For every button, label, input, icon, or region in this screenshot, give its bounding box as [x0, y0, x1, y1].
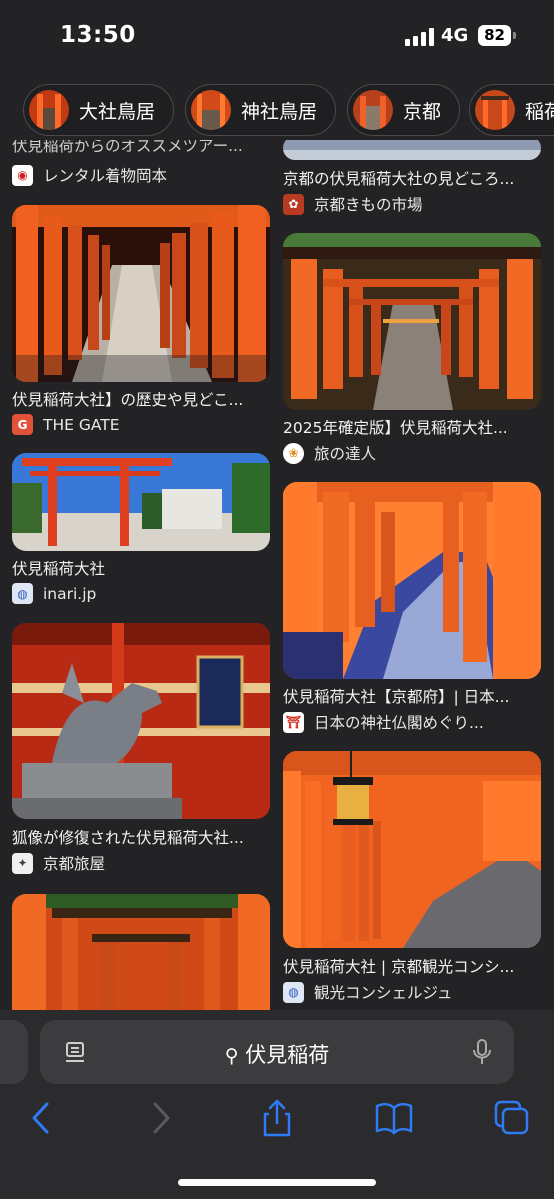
status-bar: 13:50 4G 82	[0, 0, 554, 72]
result-caption[interactable]: 2025年確定版】伏見稲荷大社...	[283, 416, 541, 438]
result-image[interactable]	[283, 233, 541, 410]
search-query-text: 伏見稲荷	[245, 1043, 330, 1067]
chip-kyoto[interactable]: 京都	[347, 84, 461, 136]
home-indicator[interactable]	[178, 1179, 376, 1186]
result-caption[interactable]: 狐像が修復された伏見稲荷大社...	[12, 826, 268, 848]
chip-thumbnail	[191, 90, 231, 130]
source-label: THE GATE	[43, 415, 120, 434]
source-label: レンタル着物岡本	[43, 167, 168, 185]
site-favicon-icon: ✿	[283, 193, 304, 215]
tabs-icon[interactable]	[492, 1098, 532, 1138]
image-results-grid: 伏見稲荷からのオススメツアー... ◉ レンタル着物岡本 伏見稲荷大社】の歴史や…	[0, 140, 554, 1010]
bookmarks-icon[interactable]	[374, 1098, 414, 1138]
chip-label: 京都	[403, 100, 442, 123]
torii-icon: ⛩	[283, 711, 304, 733]
globe-icon: ◍	[283, 981, 304, 1003]
result-caption[interactable]: 京都の伏見稲荷大社の見どころ...	[283, 167, 541, 189]
site-favicon-icon: ◉	[12, 164, 33, 186]
result-image[interactable]	[283, 140, 541, 160]
back-icon[interactable]	[22, 1098, 62, 1138]
result-image[interactable]	[12, 894, 270, 1010]
chip-thumbnail	[353, 90, 393, 130]
chip-inari[interactable]: 稲荷	[469, 84, 554, 136]
result-caption[interactable]: 伏見稲荷大社 | 京都観光コンシ...	[283, 955, 541, 977]
globe-icon: ◍	[12, 583, 33, 604]
source-label: 京都旅屋	[43, 855, 106, 873]
result-image[interactable]	[12, 205, 270, 382]
source-label: inari.jp	[43, 584, 97, 603]
result-image[interactable]	[12, 453, 270, 551]
source-label: 観光コンシェルジュ	[314, 984, 453, 1002]
cellular-signal-icon	[405, 28, 435, 46]
result-image[interactable]	[283, 751, 541, 948]
result-source[interactable]: ◍ inari.jp	[12, 583, 96, 604]
site-favicon-icon: ❀	[283, 442, 304, 464]
microphone-icon[interactable]	[472, 1038, 492, 1066]
chip-thumbnail	[29, 90, 69, 130]
site-favicon-icon: G	[12, 414, 33, 435]
chip-thumbnail	[475, 90, 515, 130]
result-caption[interactable]: 伏見稲荷からのオススメツアー...	[12, 140, 268, 156]
network-type: 4G	[441, 25, 469, 46]
result-source[interactable]: ⛩ 日本の神社仏閣めぐり...	[283, 711, 484, 733]
battery-tip	[513, 32, 516, 39]
source-label: 日本の神社仏閣めぐり...	[314, 714, 484, 732]
search-query: ⚲ 伏見稲荷	[40, 1039, 514, 1069]
result-source[interactable]: G THE GATE	[12, 414, 120, 435]
chip-taisha-torii[interactable]: 大社鳥居	[23, 84, 175, 136]
chip-label: 大社鳥居	[79, 100, 156, 123]
previous-tab-preview[interactable]	[0, 1020, 28, 1084]
result-caption[interactable]: 伏見稲荷大社	[12, 557, 268, 579]
result-source[interactable]: ✿ 京都きもの市場	[283, 193, 423, 215]
result-image[interactable]	[283, 482, 541, 679]
source-label: 京都きもの市場	[314, 196, 423, 214]
chip-jinja-torii[interactable]: 神社鳥居	[185, 84, 337, 136]
result-source[interactable]: ❀ 旅の達人	[283, 442, 376, 464]
address-bar[interactable]: ⚲ 伏見稲荷	[40, 1020, 514, 1084]
search-icon: ⚲	[224, 1045, 239, 1067]
result-image[interactable]	[12, 623, 270, 819]
share-icon[interactable]	[257, 1098, 297, 1138]
result-source[interactable]: ◉ レンタル着物岡本	[12, 164, 167, 186]
related-search-chips: 大社鳥居 神社鳥居 京都 稲荷	[0, 84, 554, 138]
battery-icon: 82	[478, 25, 511, 46]
forward-icon[interactable]	[140, 1098, 180, 1138]
site-favicon-icon: ✦	[12, 852, 33, 874]
result-source[interactable]: ◍ 観光コンシェルジュ	[283, 981, 452, 1003]
chip-label: 神社鳥居	[241, 100, 318, 123]
source-label: 旅の達人	[314, 445, 377, 463]
result-caption[interactable]: 伏見稲荷大社】の歴史や見どこ...	[12, 388, 268, 410]
result-caption[interactable]: 伏見稲荷大社【京都府】| 日本...	[283, 685, 541, 707]
clock: 13:50	[60, 22, 136, 48]
chip-label: 稲荷	[525, 100, 554, 123]
result-source[interactable]: ✦ 京都旅屋	[12, 852, 105, 874]
